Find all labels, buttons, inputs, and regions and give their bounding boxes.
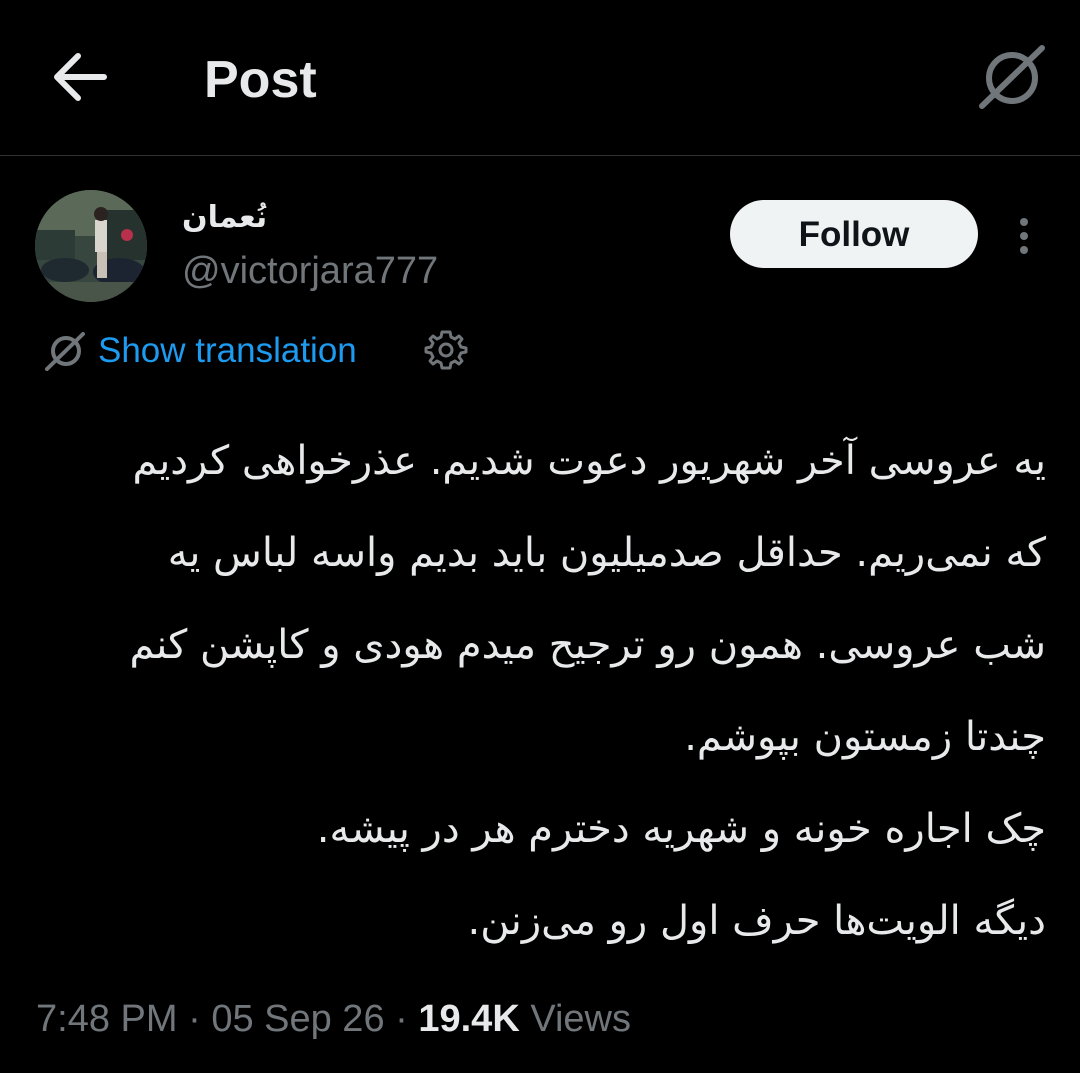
more-dots-icon [1020, 218, 1028, 226]
author-avatar[interactable] [35, 190, 147, 302]
more-options-button[interactable] [1004, 210, 1044, 262]
top-bar: Post [0, 0, 1080, 156]
tweet-text-line: چک اجاره خونه و شهریه دخترم هر در پیشه. [316, 806, 1046, 852]
views-label: Views [519, 998, 632, 1040]
page-title: Post [204, 51, 317, 109]
back-button[interactable] [50, 50, 108, 104]
tweet-text: یه عروسی آخر شهریور دعوت شدیم. عذرخواهی … [36, 415, 1046, 967]
show-translation-link[interactable]: Show translation [98, 328, 357, 374]
tweet-time[interactable]: 7:48 PM [36, 998, 178, 1040]
tweet-date[interactable]: 05 Sep 26 [211, 998, 384, 1040]
tweet-meta: 7:48 PM · 05 Sep 26 · 19.4K Views [36, 994, 631, 1044]
tweet-text-line: یه عروسی آخر شهریور دعوت شدیم. عذرخواهی … [132, 438, 1046, 484]
tweet-text-line: شب عروسی. همون رو ترجیح میدم هودی و کاپش… [129, 622, 1046, 668]
meta-separator: · [384, 998, 419, 1040]
translate-icon [979, 45, 1045, 109]
views-count[interactable]: 19.4K [418, 998, 519, 1040]
meta-separator: · [177, 998, 212, 1040]
gear-icon[interactable] [424, 328, 468, 372]
tweet-text-line: چندتا زمستون بپوشم. [684, 714, 1046, 760]
translate-small-icon [45, 332, 85, 371]
author-handle[interactable]: @victorjara777 [182, 248, 438, 294]
tweet-text-line: که نمی‌ریم. حداقل صدمیلیون باید بدیم واس… [167, 530, 1046, 576]
arrow-left-icon [54, 53, 107, 101]
follow-button[interactable]: Follow [730, 200, 978, 268]
tweet-text-line: دیگه الویت‌ها حرف اول رو می‌زنن. [467, 898, 1046, 944]
translate-button[interactable] [978, 44, 1046, 110]
author-display-name[interactable]: نُعمان [182, 198, 267, 238]
